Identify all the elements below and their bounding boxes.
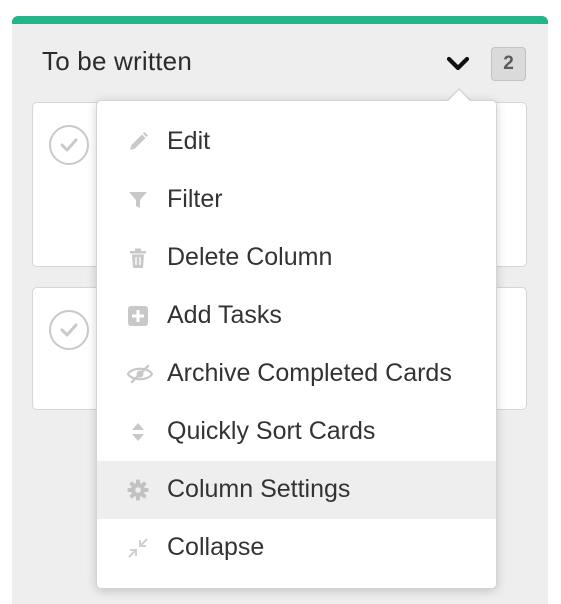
menu-item-filter[interactable]: Filter	[97, 171, 496, 229]
trash-icon	[127, 247, 149, 269]
complete-checkbox[interactable]	[49, 310, 89, 350]
menu-item-delete-column[interactable]: Delete Column	[97, 229, 496, 287]
complete-checkbox[interactable]	[49, 125, 89, 165]
column-accent-bar	[12, 16, 548, 24]
menu-item-column-settings[interactable]: Column Settings	[97, 461, 496, 519]
menu-item-quick-sort[interactable]: Quickly Sort Cards	[97, 403, 496, 461]
menu-item-add-tasks[interactable]: Add Tasks	[97, 287, 496, 345]
plus-square-icon	[127, 305, 149, 327]
menu-item-label: Collapse	[167, 533, 265, 561]
menu-item-label: Add Tasks	[167, 301, 282, 329]
menu-item-archive-completed[interactable]: Archive Completed Cards	[97, 345, 496, 403]
card-count-badge: 2	[491, 47, 526, 81]
menu-item-label: Column Settings	[167, 475, 351, 503]
column-menu-chevron-icon[interactable]	[445, 50, 471, 76]
menu-item-edit[interactable]: Edit	[97, 113, 496, 171]
menu-item-label: Delete Column	[167, 243, 333, 271]
compress-icon	[127, 537, 149, 559]
checkmark-icon	[60, 138, 78, 152]
menu-item-label: Edit	[167, 127, 211, 155]
sort-icon	[127, 421, 149, 443]
menu-item-collapse[interactable]: Collapse	[97, 519, 496, 577]
filter-icon	[127, 189, 149, 211]
menu-item-label: Filter	[167, 185, 223, 213]
checkmark-icon	[60, 323, 78, 337]
pencil-icon	[127, 131, 149, 153]
menu-item-label: Quickly Sort Cards	[167, 417, 376, 445]
column-title[interactable]: To be written	[42, 46, 192, 77]
gear-icon	[127, 479, 149, 501]
menu-item-label: Archive Completed Cards	[167, 359, 452, 387]
eye-slash-icon	[126, 363, 154, 385]
menu-pointer-fill	[447, 90, 471, 102]
column-dropdown-menu: Edit Filter Delete Column Add Tasks Arch…	[96, 100, 497, 589]
